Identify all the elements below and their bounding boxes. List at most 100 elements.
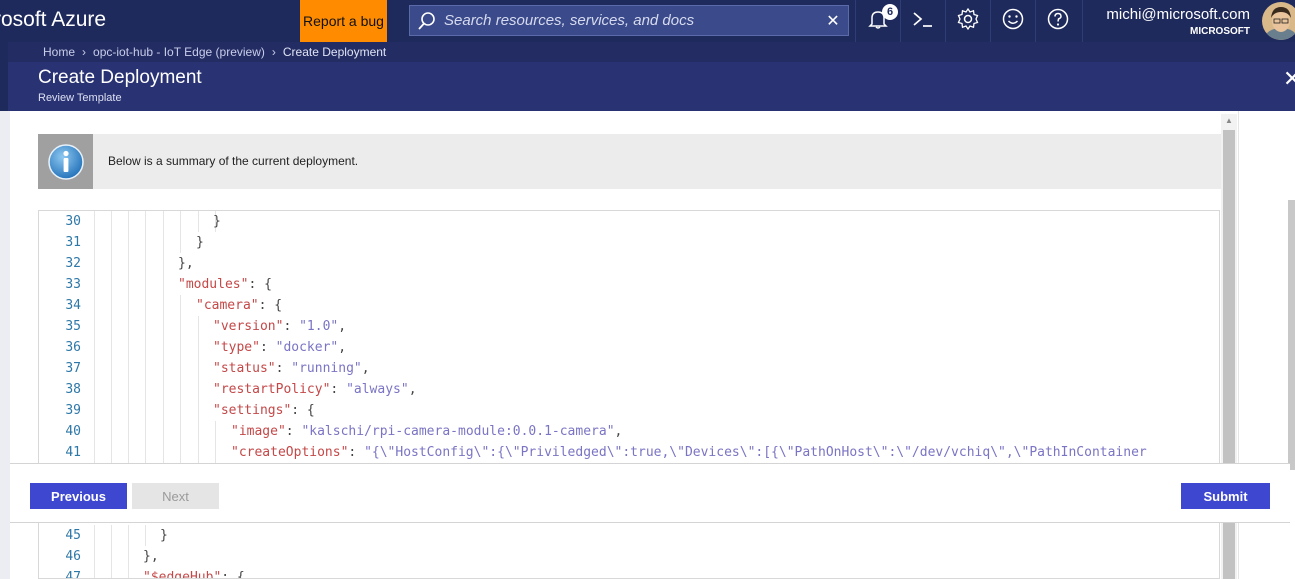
indent-guide bbox=[111, 274, 112, 295]
json-punctuation: : bbox=[285, 424, 302, 439]
code-text: }, bbox=[178, 253, 194, 274]
code-line: 32}, bbox=[39, 253, 1219, 274]
indent-guide bbox=[94, 295, 95, 316]
code-text: "settings": { bbox=[213, 400, 315, 421]
outer-scrollbar[interactable] bbox=[1288, 200, 1295, 470]
code-text: "camera": { bbox=[196, 295, 282, 316]
indent-guide bbox=[128, 421, 129, 442]
json-punctuation: } bbox=[213, 214, 221, 229]
indent-guide bbox=[111, 525, 112, 546]
code-line: 45} bbox=[39, 525, 1219, 546]
code-line: 31} bbox=[39, 232, 1219, 253]
breadcrumb-home[interactable]: Home bbox=[43, 45, 75, 59]
notifications-button[interactable]: 6 bbox=[855, 0, 900, 42]
indent-guide bbox=[215, 442, 216, 463]
indent-guide bbox=[163, 211, 164, 232]
help-button[interactable] bbox=[1035, 0, 1080, 42]
indent-guide bbox=[215, 421, 216, 442]
page-title: Create Deployment bbox=[38, 67, 202, 88]
indent-guide bbox=[94, 274, 95, 295]
indent-guide bbox=[111, 567, 112, 578]
indent-guide bbox=[94, 567, 95, 578]
json-string: "always" bbox=[346, 382, 409, 397]
indent-guide bbox=[163, 253, 164, 274]
indent-guide bbox=[94, 358, 95, 379]
indent-guide bbox=[94, 232, 95, 253]
indent-guide bbox=[163, 421, 164, 442]
submit-button[interactable]: Submit bbox=[1181, 483, 1270, 509]
indent-guide bbox=[128, 316, 129, 337]
account-menu[interactable]: michi@microsoft.com MICROSOFT bbox=[1082, 0, 1257, 42]
indent-guide bbox=[180, 316, 181, 337]
json-punctuation: : { bbox=[248, 277, 272, 292]
brand-title[interactable]: rosoft Azure bbox=[0, 8, 106, 32]
line-number: 30 bbox=[65, 214, 81, 229]
json-punctuation: : bbox=[275, 361, 292, 376]
cloud-shell-button[interactable] bbox=[900, 0, 945, 42]
scroll-up-arrow-icon[interactable]: ▲ bbox=[1221, 114, 1237, 128]
line-number: 38 bbox=[65, 382, 81, 397]
code-line: 36 "type": "docker", bbox=[39, 337, 1219, 358]
code-editor-lower[interactable]: 45} 46}, 47 "$edgeHub": { bbox=[38, 523, 1220, 579]
line-number: 41 bbox=[65, 445, 81, 460]
json-punctuation: : { bbox=[221, 570, 245, 579]
notification-badge: 6 bbox=[882, 4, 898, 20]
report-bug-button[interactable]: Report a bug bbox=[300, 0, 387, 42]
top-bar: rosoft Azure Report a bug ✕ 6 bbox=[0, 0, 1295, 42]
json-key: "$edgeHub" bbox=[143, 570, 222, 579]
indent-guide bbox=[128, 400, 129, 421]
line-number: 45 bbox=[65, 528, 81, 543]
code-text: } bbox=[213, 211, 221, 232]
json-punctuation: : bbox=[330, 382, 347, 397]
code-text: "modules": { bbox=[178, 274, 272, 295]
search-input[interactable] bbox=[444, 12, 818, 29]
previous-button[interactable]: Previous bbox=[30, 483, 127, 509]
indent-guide bbox=[180, 400, 181, 421]
code-editor[interactable]: 30} 31} 32}, 33 "modules": {34 "camera": {35 "… bbox=[38, 210, 1220, 463]
json-punctuation: : bbox=[283, 319, 300, 334]
code-line: 46}, bbox=[39, 546, 1219, 567]
azure-portal: rosoft Azure Report a bug ✕ 6 bbox=[0, 0, 1295, 579]
code-line: 41 "createOptions": "{\"HostConfig\":{\"P… bbox=[39, 442, 1219, 463]
breadcrumb-bar: Home › opc-iot-hub - IoT Edge (preview) › Cr… bbox=[0, 42, 1295, 62]
json-string: "1.0" bbox=[299, 319, 339, 334]
json-key: "modules" bbox=[178, 277, 249, 292]
indent-guide bbox=[145, 525, 146, 546]
indent-guide bbox=[163, 295, 164, 316]
indent-guide bbox=[128, 253, 129, 274]
help-icon bbox=[1046, 7, 1070, 36]
indent-guide bbox=[145, 337, 146, 358]
indent-guide bbox=[128, 546, 129, 567]
code-line: 37 "status": "running", bbox=[39, 358, 1219, 379]
search-box[interactable]: ✕ bbox=[409, 5, 849, 36]
json-punctuation: : bbox=[259, 340, 276, 355]
indent-guide bbox=[180, 295, 181, 316]
breadcrumb-hub[interactable]: opc-iot-hub - IoT Edge (preview) bbox=[93, 45, 265, 59]
avatar[interactable] bbox=[1262, 2, 1295, 40]
line-number: 40 bbox=[65, 424, 81, 439]
indent-guide bbox=[180, 232, 181, 253]
next-button[interactable]: Next bbox=[132, 483, 219, 509]
indent-guide bbox=[111, 421, 112, 442]
gear-icon bbox=[956, 7, 980, 36]
indent-guide bbox=[198, 379, 199, 400]
line-number: 33 bbox=[65, 277, 81, 292]
indent-guide bbox=[111, 253, 112, 274]
indent-guide bbox=[145, 421, 146, 442]
indent-guide bbox=[145, 316, 146, 337]
breadcrumb: Home › opc-iot-hub - IoT Edge (preview) › Cr… bbox=[43, 45, 386, 59]
indent-guide bbox=[94, 379, 95, 400]
code-line: 35 "version": "1.0", bbox=[39, 316, 1219, 337]
smiley-icon bbox=[1001, 7, 1025, 36]
indent-guide bbox=[163, 400, 164, 421]
indent-guide bbox=[94, 316, 95, 337]
settings-button[interactable] bbox=[945, 0, 990, 42]
close-icon[interactable]: ✕ bbox=[818, 5, 848, 36]
line-number: 39 bbox=[65, 403, 81, 418]
indent-guide bbox=[145, 400, 146, 421]
close-icon[interactable]: ✕ bbox=[1283, 66, 1295, 92]
json-key: "type" bbox=[213, 340, 260, 355]
feedback-button[interactable] bbox=[990, 0, 1035, 42]
page-subtitle: Review Template bbox=[38, 92, 122, 104]
line-number: 37 bbox=[65, 361, 81, 376]
